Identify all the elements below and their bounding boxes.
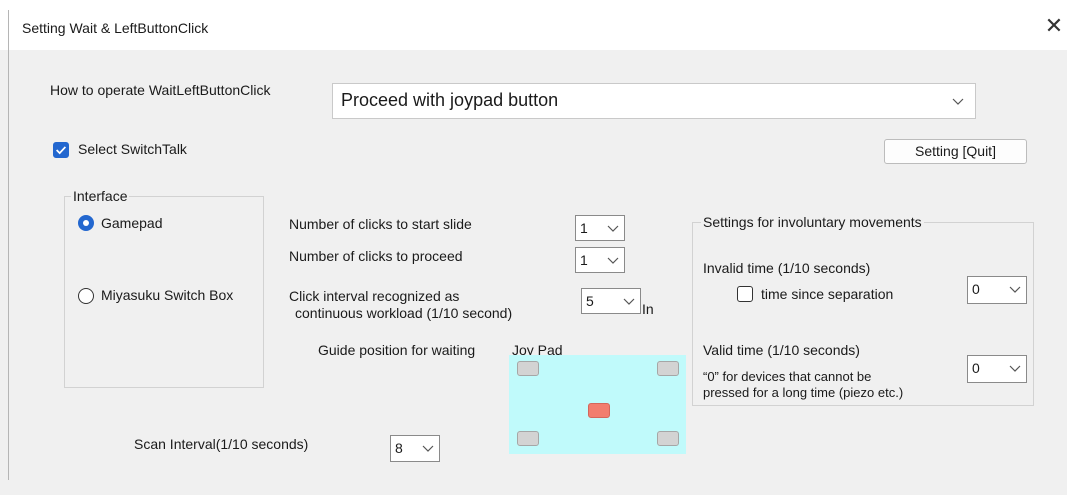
operation-select[interactable]: Proceed with joypad button: [332, 83, 976, 119]
start-clicks-select[interactable]: 1: [575, 215, 625, 241]
gamepad-label: Gamepad: [101, 215, 163, 231]
note-line1: “0” for devices that cannot be: [703, 369, 872, 384]
close-button[interactable]: ✕: [1040, 12, 1067, 40]
invalid-time-select[interactable]: 0: [967, 276, 1027, 304]
close-icon: ✕: [1044, 13, 1064, 38]
checkmark-icon: [56, 146, 67, 155]
proceed-clicks-select[interactable]: 1: [575, 247, 625, 273]
pad-center-button[interactable]: [588, 403, 610, 418]
proceed-clicks-label: Number of clicks to proceed: [289, 248, 463, 264]
pad-bottom-left-button[interactable]: [517, 431, 539, 446]
note-line2: pressed for a long time (piezo etc.): [703, 385, 904, 400]
chevron-down-icon: [607, 225, 619, 232]
interval-value: 5: [586, 293, 594, 309]
start-clicks-value: 1: [580, 220, 588, 236]
setting-quit-label: Setting [Quit]: [915, 143, 996, 159]
start-clicks-label: Number of clicks to start slide: [289, 216, 472, 232]
invalid-time-label: Invalid time (1/10 seconds): [703, 260, 871, 276]
interval-label-line2: continuous workload (1/10 second): [295, 305, 513, 321]
proceed-clicks-value: 1: [580, 252, 588, 268]
chevron-down-icon: [1009, 286, 1021, 293]
valid-time-select[interactable]: 0: [967, 355, 1027, 383]
window-left-border: [8, 10, 9, 480]
interval-select[interactable]: 5: [581, 288, 641, 314]
interval-unit: In: [642, 301, 654, 317]
guide-label: Guide position for waiting: [318, 342, 476, 358]
title-bar: Setting Wait & LeftButtonClick ✕: [0, 0, 1067, 50]
operation-select-value: Proceed with joypad button: [341, 90, 559, 110]
joypad-guide-area: [509, 355, 686, 454]
miyasuku-label: Miyasuku Switch Box: [101, 287, 234, 303]
setting-quit-button[interactable]: Setting [Quit]: [884, 139, 1027, 164]
switchtalk-checkbox[interactable]: [53, 142, 69, 158]
chevron-down-icon: [422, 445, 434, 452]
chevron-down-icon: [607, 257, 619, 264]
scan-interval-label: Scan Interval(1/10 seconds): [134, 436, 309, 452]
operation-label: How to operate WaitLeftButtonClick: [50, 82, 271, 98]
miyasuku-radio[interactable]: [78, 288, 94, 304]
pad-bottom-right-button[interactable]: [657, 431, 679, 446]
chevron-down-icon: [1009, 365, 1021, 372]
scan-interval-select[interactable]: 8: [390, 435, 440, 462]
interval-label-line1: Click interval recognized as: [289, 288, 460, 304]
invalid-time-value: 0: [972, 281, 980, 297]
involuntary-legend: Settings for involuntary movements: [701, 214, 924, 230]
separation-checkbox[interactable]: [737, 286, 753, 302]
chevron-down-icon: [623, 298, 635, 305]
switchtalk-label: Select SwitchTalk: [78, 141, 187, 157]
valid-time-label: Valid time (1/10 seconds): [703, 342, 860, 358]
window-title: Setting Wait & LeftButtonClick: [22, 20, 209, 36]
pad-top-right-button[interactable]: [657, 361, 679, 376]
scan-interval-value: 8: [395, 440, 403, 456]
interface-legend: Interface: [71, 188, 130, 204]
chevron-down-icon: [952, 98, 964, 105]
gamepad-radio[interactable]: [78, 215, 94, 231]
valid-time-value: 0: [972, 360, 980, 376]
separation-label: time since separation: [761, 286, 894, 302]
pad-top-left-button[interactable]: [517, 361, 539, 376]
